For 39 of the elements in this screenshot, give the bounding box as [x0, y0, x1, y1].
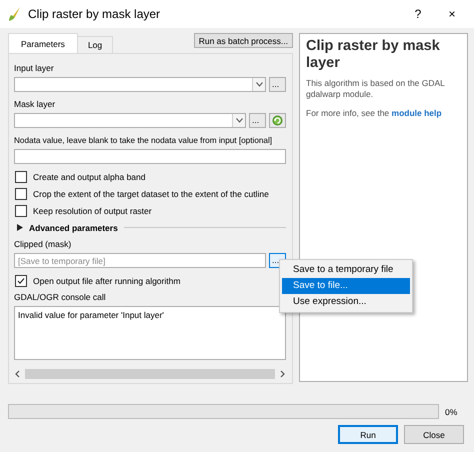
field-label: Input layer — [14, 63, 55, 74]
browse-button[interactable]: ... — [269, 77, 286, 92]
field-label: Mask layer — [14, 99, 56, 110]
scrollbar-track[interactable] — [25, 369, 275, 379]
output-file-field[interactable]: [Save to temporary file] — [14, 253, 266, 268]
module-help-link[interactable]: module help — [392, 108, 442, 118]
brush-icon — [8, 6, 22, 22]
expand-triangle-icon[interactable] — [17, 224, 23, 231]
field-label: Nodata value, leave blank to take the nodata value from input [optional] — [14, 135, 274, 146]
menu-item[interactable]: Save to file... — [282, 278, 410, 294]
checkbox[interactable] — [15, 188, 27, 200]
help-button[interactable]: ? — [404, 7, 432, 21]
help-title: Clip raster by mask layer — [306, 38, 441, 72]
scroll-left-icon[interactable] — [14, 370, 21, 378]
checkbox-label: Crop the extent of the target dataset to the extent of the cutline — [33, 188, 269, 198]
nodata-field[interactable] — [14, 149, 286, 164]
checkbox[interactable] — [15, 170, 27, 182]
field-label: Clipped (mask) — [14, 239, 72, 250]
section-header[interactable]: Advanced parameters — [29, 222, 118, 232]
close-button[interactable]: × — [438, 7, 466, 21]
checkbox-label: Keep resolution of output raster — [33, 206, 152, 216]
close-dialog-button[interactable]: Close — [404, 425, 464, 444]
console-output[interactable]: Invalid value for parameter 'Input layer' — [14, 306, 286, 360]
field-label: GDAL/OGR console call — [14, 292, 107, 303]
refresh-button[interactable] — [269, 113, 286, 128]
run-button[interactable]: Run — [338, 425, 398, 444]
help-description: This algorithm is based on the GDAL gdalwarp module. — [306, 78, 446, 100]
tab[interactable]: Log — [76, 36, 114, 53]
checkbox[interactable] — [15, 204, 27, 216]
scroll-right-icon[interactable] — [279, 370, 286, 378]
checkbox[interactable] — [15, 274, 27, 286]
batch-process-button[interactable]: Run as batch process... — [194, 33, 293, 48]
checkbox-label: Open output file after running algorithm — [33, 276, 180, 286]
tab[interactable]: Parameters — [8, 33, 78, 53]
window-title: Clip raster by mask layer — [28, 7, 162, 21]
progress-reading: 0% — [445, 406, 458, 416]
checkbox-label: Create and output alpha band — [33, 172, 146, 182]
help-more-info: For more info, see the module help — [306, 108, 443, 119]
browse-button[interactable]: ... — [249, 113, 266, 128]
